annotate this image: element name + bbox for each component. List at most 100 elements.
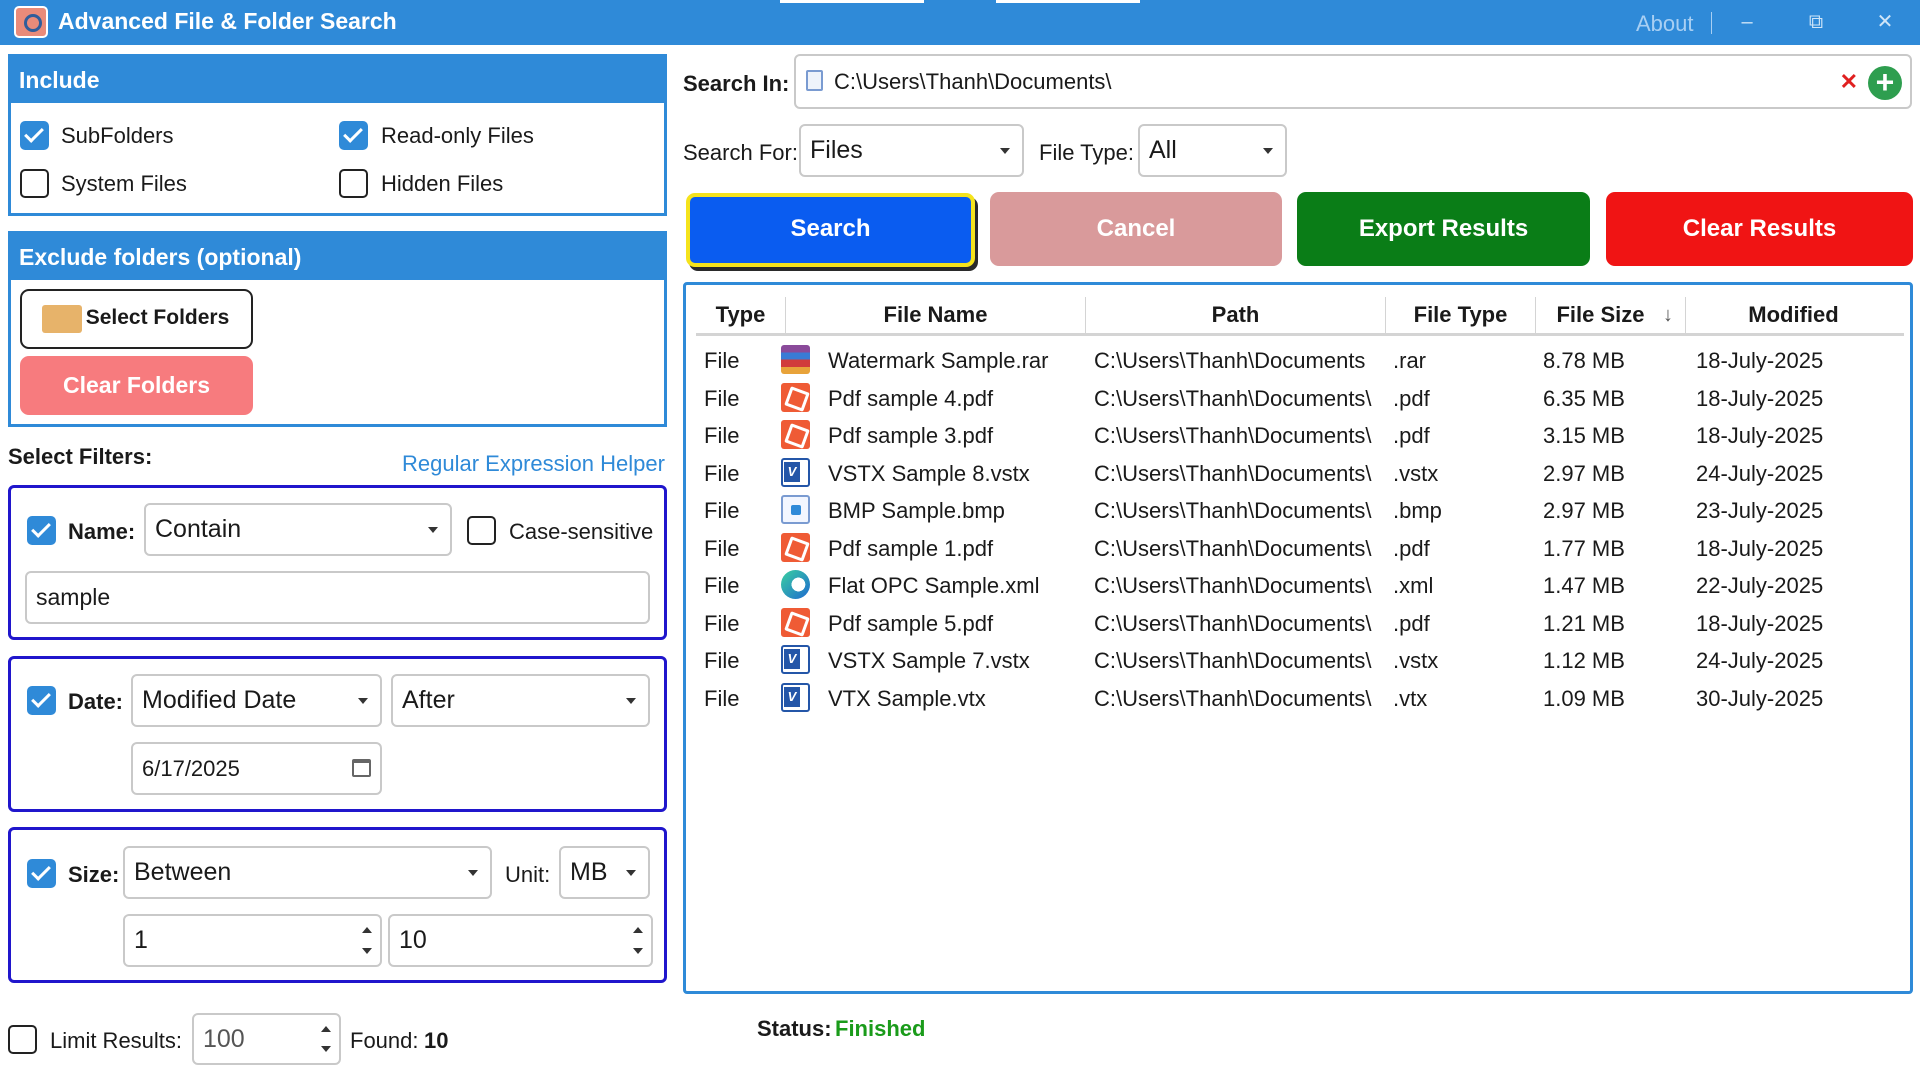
- restore-icon[interactable]: ⧉: [1798, 6, 1834, 38]
- about-link[interactable]: About: [1636, 11, 1694, 37]
- increment-arrow-icon[interactable]: [633, 927, 643, 933]
- cell-file-size: 1.21 MB: [1543, 610, 1625, 636]
- increment-arrow-icon[interactable]: [321, 1026, 331, 1032]
- cell-file-size: 1.77 MB: [1543, 535, 1625, 561]
- search-button[interactable]: Search: [686, 193, 975, 267]
- hidden-files-label: Hidden Files: [381, 171, 504, 196]
- cell-path: C:\Users\Thanh\Documents: [1094, 348, 1366, 373]
- visio-icon: [781, 457, 810, 487]
- tab-indicator: [996, 0, 1140, 3]
- table-row[interactable]: File VTX Sample.vtx C:\Users\Thanh\Documen…: [696, 680, 1904, 717]
- cell-path: C:\Users\Thanh\Documents\: [1094, 535, 1372, 561]
- add-path-icon[interactable]: +: [1868, 66, 1902, 100]
- cell-file-size: 6.35 MB: [1543, 385, 1625, 411]
- date-filter-checkbox[interactable]: [27, 686, 56, 715]
- date-picker[interactable]: 6/17/2025: [131, 742, 382, 795]
- decrement-arrow-icon[interactable]: [321, 1046, 331, 1052]
- cell-modified: 30-July-2025: [1696, 685, 1824, 711]
- clear-path-icon[interactable]: ✕: [1840, 56, 1858, 107]
- cell-file-name: Watermark Sample.rar: [828, 348, 1049, 373]
- size-mode-select[interactable]: Between: [123, 846, 492, 899]
- table-row[interactable]: File Watermark Sample.rar C:\Users\Thanh\D…: [696, 342, 1904, 379]
- cell-modified: 18-July-2025: [1696, 535, 1824, 561]
- column-header-path[interactable]: Path: [1086, 297, 1386, 333]
- cell-type: File: [704, 573, 740, 598]
- case-sensitive-label: Case-sensitive: [509, 519, 654, 544]
- results-table: Type File Name Path File Type File Size …: [683, 282, 1913, 994]
- table-row[interactable]: File Flat OPC Sample.xml C:\Users\Thanh\Do…: [696, 567, 1904, 604]
- size-min-stepper[interactable]: 1: [123, 914, 382, 967]
- clear-folders-button[interactable]: Clear Folders: [20, 356, 253, 415]
- export-results-button[interactable]: Export Results: [1297, 192, 1590, 266]
- date-mode-select[interactable]: After: [391, 674, 650, 727]
- readonly-checkbox[interactable]: [339, 121, 368, 150]
- cell-file-size: 8.78 MB: [1543, 348, 1625, 373]
- decrement-arrow-icon[interactable]: [362, 948, 372, 954]
- pdf-icon: [781, 532, 810, 562]
- cell-file-size: 1.09 MB: [1543, 685, 1625, 711]
- search-in-value: C:\Users\Thanh\Documents\: [834, 69, 1112, 94]
- cancel-button[interactable]: Cancel: [990, 192, 1282, 266]
- cell-file-name: Pdf sample 4.pdf: [828, 385, 994, 411]
- name-mode-select[interactable]: Contain: [144, 503, 452, 556]
- table-row[interactable]: File Pdf sample 4.pdf C:\Users\Thanh\Docum…: [696, 380, 1904, 417]
- title-bar: Advanced File & Folder Search About – ⧉ …: [0, 0, 1920, 45]
- date-value: 6/17/2025: [142, 756, 240, 781]
- file-type-select[interactable]: All: [1138, 124, 1287, 177]
- date-field-select[interactable]: Modified Date: [131, 674, 382, 727]
- limit-results-checkbox[interactable]: [8, 1025, 37, 1054]
- cell-modified: 22-July-2025: [1696, 573, 1824, 598]
- minimize-icon[interactable]: –: [1729, 6, 1765, 38]
- cell-file-name: VSTX Sample 7.vstx: [828, 648, 1030, 673]
- column-header-file-name[interactable]: File Name: [786, 297, 1086, 333]
- cell-type: File: [704, 423, 740, 448]
- calendar-icon[interactable]: [352, 759, 371, 777]
- system-files-checkbox[interactable]: [20, 169, 49, 198]
- search-for-select[interactable]: Files: [799, 124, 1024, 177]
- close-icon[interactable]: ✕: [1867, 6, 1903, 38]
- document-icon: [806, 70, 823, 91]
- table-row[interactable]: File VSTX Sample 7.vstx C:\Users\Thanh\Doc…: [696, 642, 1904, 679]
- cell-type: File: [704, 348, 740, 373]
- hidden-files-checkbox[interactable]: [339, 169, 368, 198]
- pdf-icon: [781, 420, 810, 449]
- clear-results-button[interactable]: Clear Results: [1606, 192, 1913, 266]
- name-filter-checkbox[interactable]: [27, 516, 56, 545]
- cell-path: C:\Users\Thanh\Documents\: [1094, 498, 1372, 523]
- column-header-file-size[interactable]: File Size ↓: [1536, 297, 1686, 333]
- cell-file-type: .bmp: [1393, 498, 1442, 523]
- visio-icon: [781, 645, 810, 674]
- size-filter-checkbox[interactable]: [27, 859, 56, 888]
- select-folders-button[interactable]: Select Folders: [20, 289, 253, 349]
- column-header-file-type[interactable]: File Type: [1386, 297, 1536, 333]
- table-row[interactable]: File Pdf sample 1.pdf C:\Users\Thanh\Docum…: [696, 530, 1904, 567]
- regex-helper-link[interactable]: Regular Expression Helper: [402, 451, 665, 477]
- size-min-value: 1: [134, 926, 148, 954]
- cell-path: C:\Users\Thanh\Documents\: [1094, 460, 1372, 486]
- name-filter-label: Name:: [68, 519, 136, 544]
- cell-file-size: 2.97 MB: [1543, 498, 1625, 523]
- found-count: 10: [424, 1028, 449, 1053]
- edge-icon: [781, 570, 810, 599]
- cell-modified: 18-July-2025: [1696, 348, 1824, 373]
- pdf-icon: [781, 607, 810, 637]
- decrement-arrow-icon[interactable]: [633, 948, 643, 954]
- limit-results-stepper[interactable]: 100: [192, 1013, 341, 1065]
- table-row[interactable]: File Pdf sample 3.pdf C:\Users\Thanh\Docum…: [696, 417, 1904, 454]
- subfolders-checkbox[interactable]: [20, 121, 49, 150]
- unit-select[interactable]: MB: [559, 846, 650, 899]
- table-row[interactable]: File BMP Sample.bmp C:\Users\Thanh\Documen…: [696, 492, 1904, 529]
- name-filter-input[interactable]: sample: [25, 571, 650, 624]
- cell-file-name: Pdf sample 3.pdf: [828, 423, 994, 448]
- case-sensitive-checkbox[interactable]: [467, 516, 496, 545]
- date-filter-label: Date:: [68, 689, 124, 714]
- cell-type: File: [704, 685, 740, 711]
- size-max-stepper[interactable]: 10: [388, 914, 653, 967]
- table-row[interactable]: File Pdf sample 5.pdf C:\Users\Thanh\Docum…: [696, 605, 1904, 642]
- column-header-modified[interactable]: Modified: [1686, 297, 1901, 333]
- search-in-input[interactable]: C:\Users\Thanh\Documents\ ✕ +: [794, 54, 1912, 109]
- cell-file-name: VTX Sample.vtx: [828, 685, 986, 711]
- column-header-type[interactable]: Type: [696, 297, 786, 333]
- table-row[interactable]: File VSTX Sample 8.vstx C:\Users\Thanh\Doc…: [696, 455, 1904, 492]
- increment-arrow-icon[interactable]: [362, 927, 372, 933]
